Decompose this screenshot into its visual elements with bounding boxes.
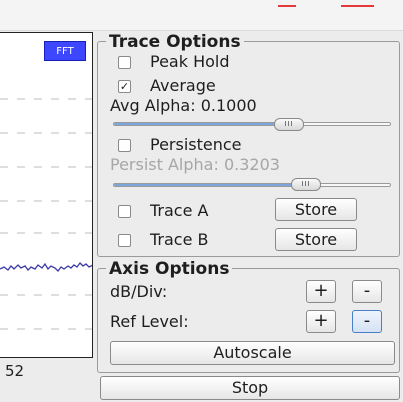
axis-options-title: Axis Options (106, 260, 233, 278)
peak-hold-label: Peak Hold (150, 52, 230, 71)
ref-level-decrease-button[interactable]: - (352, 310, 382, 333)
top-toolbar (0, 0, 403, 31)
trace-b-checkbox[interactable] (118, 234, 131, 247)
persist-alpha-slider-fill (114, 184, 297, 186)
plot-canvas (0, 98, 92, 330)
top-marker-mark (341, 5, 374, 7)
avg-alpha-slider-handle[interactable]: III (274, 118, 304, 131)
ref-level-label: Ref Level: (110, 312, 189, 331)
peak-hold-checkbox[interactable] (118, 56, 131, 69)
autoscale-button[interactable]: Autoscale (110, 341, 395, 365)
persistence-label: Persistence (150, 135, 242, 154)
top-marker-mark (278, 5, 296, 7)
avg-alpha-slider[interactable] (113, 122, 391, 126)
persistence-checkbox[interactable] (118, 139, 131, 152)
trace-a-store-button[interactable]: Store (275, 198, 357, 221)
trace-a-label: Trace A (150, 201, 209, 220)
trace-options-group (97, 41, 400, 257)
x-axis-tick-label: 52 (5, 362, 25, 380)
spectrum-plot[interactable]: FFT (0, 32, 93, 358)
trace-options-title: Trace Options (106, 33, 244, 51)
stop-button[interactable]: Stop (100, 376, 400, 400)
trace-line (0, 262, 92, 272)
average-checkbox[interactable]: ✓ (118, 80, 131, 93)
persist-alpha-slider[interactable] (113, 183, 391, 187)
ref-level-increase-button[interactable]: + (306, 310, 336, 333)
trace-a-checkbox[interactable] (118, 205, 131, 218)
trace-b-store-button[interactable]: Store (275, 228, 357, 251)
trace-b-label: Trace B (150, 230, 209, 249)
db-div-increase-button[interactable]: + (306, 280, 336, 303)
db-div-label: dB/Div: (110, 282, 168, 301)
persist-alpha-slider-handle[interactable]: III (291, 178, 321, 191)
average-label: Average (150, 76, 216, 95)
persist-alpha-label: Persist Alpha: 0.3203 (110, 155, 280, 174)
avg-alpha-label: Avg Alpha: 0.1000 (110, 96, 257, 115)
avg-alpha-slider-fill (114, 123, 297, 125)
db-div-decrease-button[interactable]: - (352, 280, 382, 303)
